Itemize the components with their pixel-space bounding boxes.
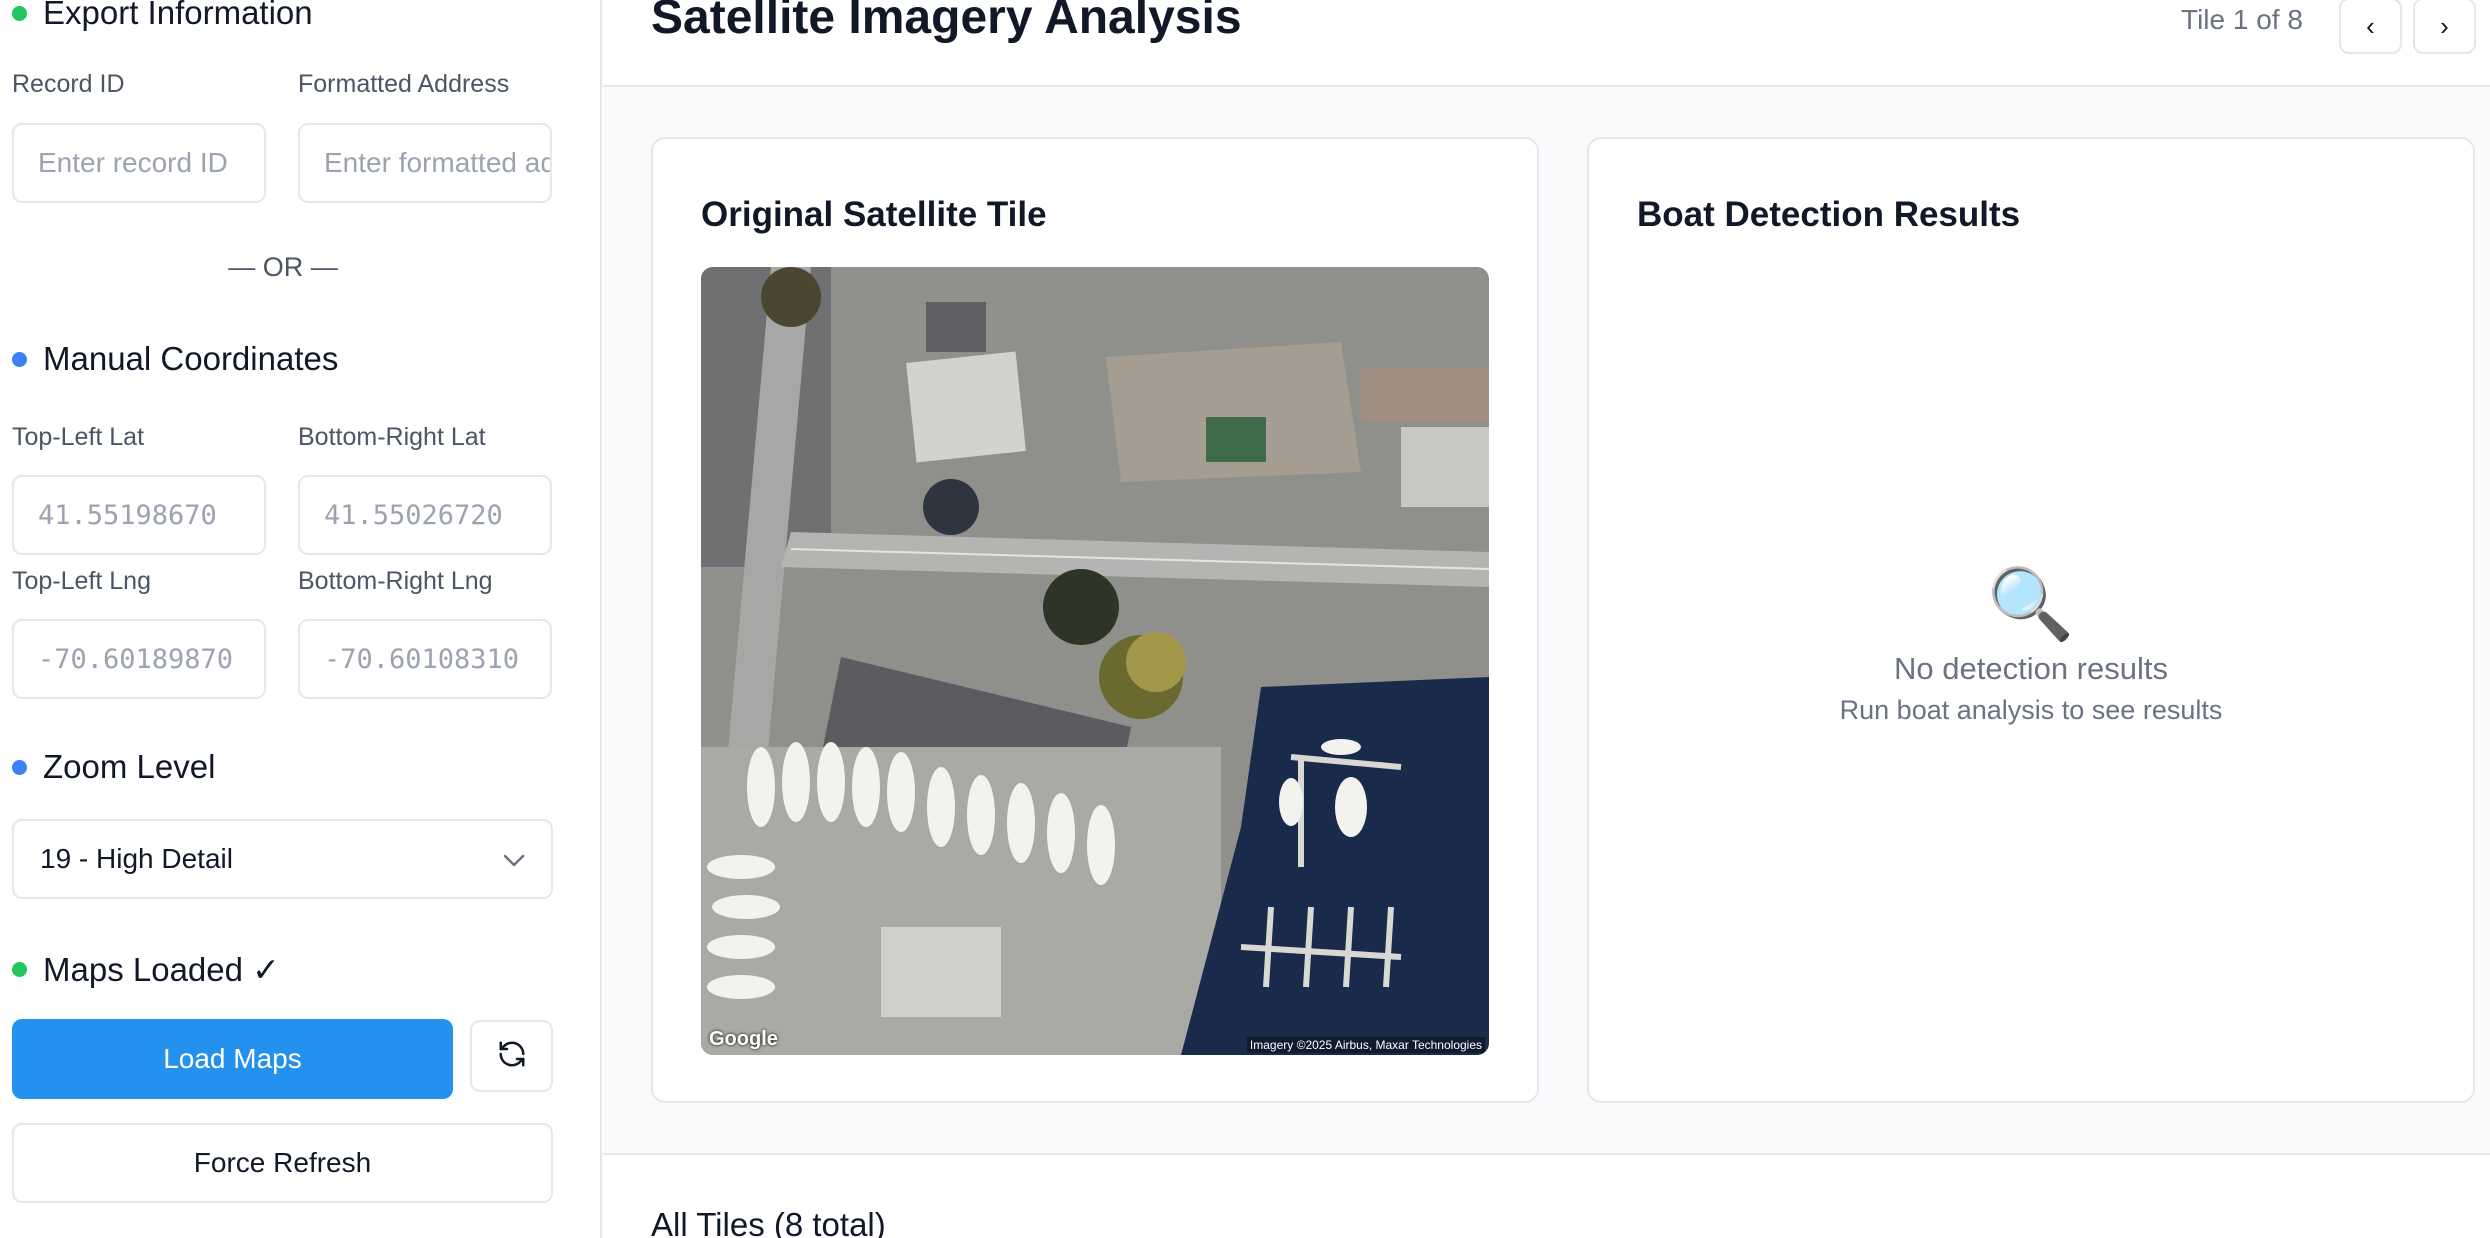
original-tile-card: Original Satellite Tile Google Imagery ©… — [651, 137, 1539, 1103]
main-content: Satellite Imagery Analysis Tile 1 of 8 ‹… — [603, 0, 2490, 1238]
status-dot-blue — [12, 351, 27, 367]
chevron-left-icon: ‹ — [2366, 10, 2375, 41]
top-left-lat-label: Top-Left Lat — [12, 423, 145, 451]
chevron-down-icon — [503, 843, 525, 875]
export-information-header: Export Information — [12, 0, 313, 32]
original-tile-title: Original Satellite Tile — [701, 195, 1047, 234]
previous-tile-button[interactable]: ‹ — [2339, 0, 2402, 54]
top-left-lng-label: Top-Left Lng — [12, 567, 151, 595]
bottom-right-lat-input[interactable]: 41.55026720 — [298, 475, 552, 555]
empty-state-subtitle: Run boat analysis to see results — [1839, 695, 2223, 725]
top-left-lat-value: 41.55198670 — [38, 499, 217, 531]
refresh-icon — [497, 1039, 527, 1074]
bottom-right-lat-value: 41.55026720 — [324, 499, 503, 531]
manual-coordinates-title: Manual Coordinates — [43, 340, 339, 377]
bottom-right-lng-input[interactable]: -70.60108310 — [298, 619, 552, 699]
record-id-label: Record ID — [12, 70, 125, 98]
top-left-lng-value: -70.60189870 — [38, 643, 234, 675]
tile-counter: Tile 1 of 8 — [2181, 4, 2303, 35]
record-id-placeholder: Enter record ID — [38, 147, 228, 178]
satellite-image[interactable]: Google Imagery ©2025 Airbus, Maxar Techn… — [701, 267, 1489, 1055]
force-refresh-button[interactable]: Force Refresh — [12, 1123, 553, 1203]
all-tiles-section: All Tiles (8 total) — [603, 1155, 2490, 1238]
sidebar: Export Information Record ID Formatted A… — [0, 0, 602, 1238]
zoom-level-header: Zoom Level — [12, 748, 215, 786]
detection-results-title: Boat Detection Results — [1637, 195, 2021, 234]
chevron-right-icon: › — [2440, 10, 2449, 41]
formatted-address-input[interactable]: Enter formatted address — [298, 123, 552, 203]
page-header: Satellite Imagery Analysis Tile 1 of 8 ‹… — [603, 0, 2490, 87]
zoom-level-selected: 19 - High Detail — [40, 843, 233, 874]
zoom-level-title: Zoom Level — [43, 748, 216, 785]
maps-status-header: Maps Loaded ✓ — [12, 950, 280, 989]
google-watermark: Google — [709, 1028, 778, 1050]
top-left-lat-input[interactable]: 41.55198670 — [12, 475, 266, 555]
search-icon: 🔍 — [1987, 565, 2075, 643]
all-tiles-title: All Tiles (8 total) — [651, 1206, 886, 1238]
imagery-attribution: Imagery ©2025 Airbus, Maxar Technologies — [1246, 1037, 1485, 1053]
formatted-address-placeholder: Enter formatted address — [324, 147, 550, 178]
or-separator: — OR — — [228, 252, 338, 282]
formatted-address-label: Formatted Address — [298, 70, 510, 98]
next-tile-button[interactable]: › — [2413, 0, 2476, 54]
bottom-right-lat-label: Bottom-Right Lat — [298, 423, 486, 451]
manual-coordinates-header: Manual Coordinates — [12, 340, 338, 378]
maps-status-title: Maps Loaded ✓ — [43, 951, 280, 988]
empty-state-title: No detection results — [1894, 651, 2168, 686]
load-maps-button[interactable]: Load Maps — [12, 1019, 453, 1099]
export-information-title: Export Information — [43, 0, 313, 31]
top-left-lng-input[interactable]: -70.60189870 — [12, 619, 266, 699]
record-id-input[interactable]: Enter record ID — [12, 123, 266, 203]
status-dot-green — [12, 962, 27, 977]
bottom-right-lng-label: Bottom-Right Lng — [298, 567, 493, 595]
reload-button[interactable] — [470, 1020, 553, 1092]
empty-state: 🔍 No detection results Run boat analysis… — [1589, 569, 2473, 726]
detection-results-card: Boat Detection Results 🔍 No detection re… — [1587, 137, 2475, 1103]
bottom-right-lng-value: -70.60108310 — [324, 643, 520, 675]
status-dot-blue — [12, 759, 27, 775]
status-dot-green — [12, 5, 27, 21]
zoom-level-select[interactable]: 19 - High Detail — [12, 819, 553, 899]
page-title: Satellite Imagery Analysis — [651, 0, 1242, 44]
satellite-image-graphic — [701, 267, 1489, 1055]
